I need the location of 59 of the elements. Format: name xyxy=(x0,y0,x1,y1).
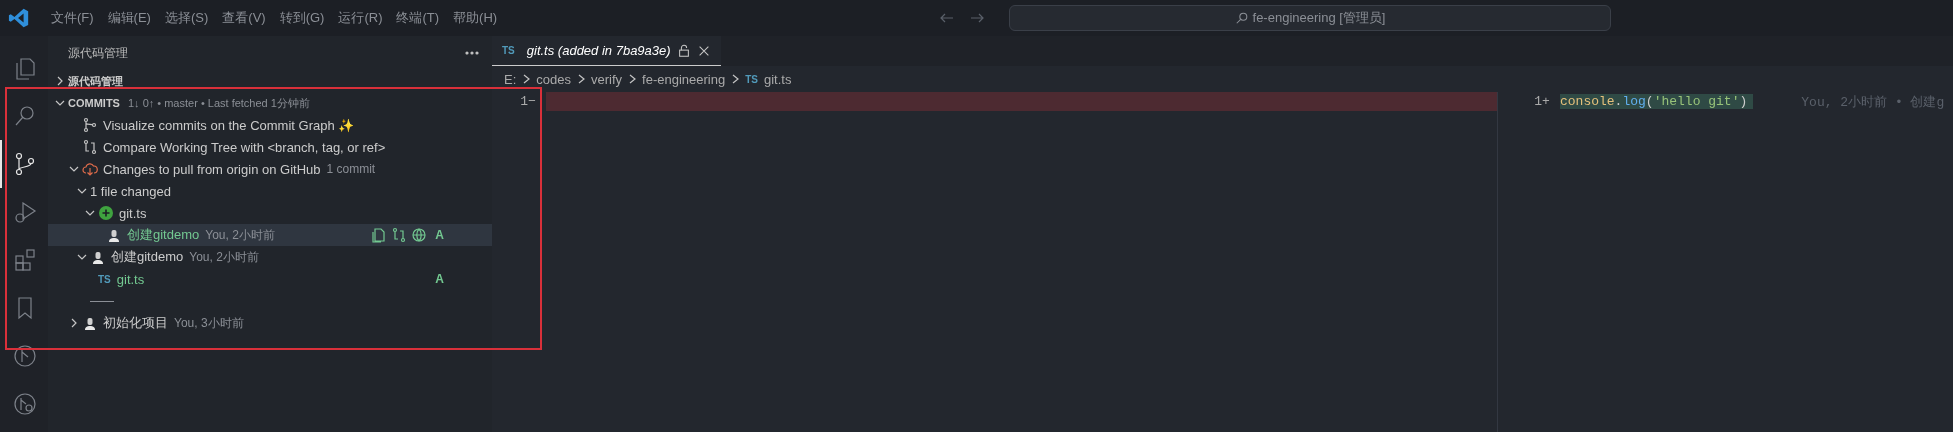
diff-marker: − xyxy=(528,94,537,109)
compare-icon[interactable] xyxy=(391,227,408,243)
line-number: 1 xyxy=(519,94,528,109)
tree-item[interactable]: 初始化项目 You, 3小时前 xyxy=(48,312,492,334)
tree-item[interactable]: Compare Working Tree with <branch, tag, or ref> xyxy=(48,136,492,158)
tree-item[interactable]: 创建gitdemo You, 2小时前 A xyxy=(48,224,492,246)
avatar-icon xyxy=(82,315,98,331)
menu-item[interactable]: 转到(G) xyxy=(272,9,332,27)
breadcrumb-item[interactable]: fe-engineering xyxy=(642,71,726,87)
menu-item[interactable]: 帮助(H) xyxy=(446,9,505,27)
plus-circle-icon xyxy=(98,205,114,221)
menu-item[interactable]: 运行(R) xyxy=(331,9,390,27)
line-number: 1 xyxy=(1533,94,1542,109)
lock-icon xyxy=(676,43,691,58)
avatar-icon xyxy=(106,227,122,243)
blame-annotation: You, 2小时前 • 创建g xyxy=(1801,93,1945,111)
item-description: You, 2小时前 xyxy=(205,226,275,244)
tree-item[interactable]: TS git.ts A xyxy=(48,268,492,290)
branch-circle-icon[interactable] xyxy=(12,343,38,369)
globe-icon[interactable] xyxy=(411,227,428,243)
sidebar-title: 源代码管理 xyxy=(68,44,128,62)
command-search-field[interactable]: fe-engineering [管理员] xyxy=(1009,5,1611,31)
tree-item[interactable]: git.ts xyxy=(48,202,492,224)
editor-tab[interactable]: TS git.ts (added in 7ba9a3e) xyxy=(492,36,721,66)
cloud-download-icon xyxy=(82,161,98,177)
app-logo-icon xyxy=(8,7,30,29)
tree-item[interactable]: Changes to pull from origin on GitHub 1 commit xyxy=(48,158,492,180)
diff-marker: + xyxy=(1542,94,1551,109)
item-description: You, 2小时前 xyxy=(189,248,259,266)
tree-item[interactable]: 创建gitdemo You, 2小时前 xyxy=(48,246,492,268)
item-description: You, 3小时前 xyxy=(174,314,244,332)
breadcrumb-item[interactable]: verify xyxy=(591,71,623,87)
file-status: A xyxy=(435,272,444,286)
section-info: 1↓ 0↑ • master • Last fetched 1分钟前 xyxy=(127,95,310,111)
menu-item[interactable]: 选择(S) xyxy=(157,9,216,27)
typescript-file-icon: TS xyxy=(98,273,111,285)
item-description: 1 commit xyxy=(326,162,376,176)
search-icon xyxy=(1234,11,1249,25)
menu-item[interactable]: 编辑(E) xyxy=(100,9,158,27)
extensions-icon[interactable] xyxy=(12,247,38,273)
menu-item[interactable]: 终端(T) xyxy=(389,9,447,27)
menu-item[interactable]: 文件(F) xyxy=(44,9,101,27)
menu-item[interactable]: 查看(V) xyxy=(215,9,273,27)
avatar-icon xyxy=(90,249,106,265)
graph-icon xyxy=(82,117,98,133)
breadcrumb-item[interactable]: E: xyxy=(504,71,517,87)
section-header[interactable]: COMMITS xyxy=(68,97,120,109)
typescript-file-icon: TS xyxy=(502,45,515,56)
debug-icon[interactable] xyxy=(12,199,38,225)
tree-item[interactable]: 1 file changed xyxy=(48,180,492,202)
tree-item[interactable]: Visualize commits on the Commit Graph ✨ xyxy=(48,114,492,136)
separator-line xyxy=(90,300,114,302)
open-file-icon[interactable] xyxy=(371,227,388,243)
section-header[interactable]: 源代码管理 xyxy=(68,73,123,89)
branch-circle-icon[interactable] xyxy=(12,391,38,417)
breadcrumb-item[interactable]: TS git.ts xyxy=(745,71,792,87)
compare-icon xyxy=(82,139,98,155)
file-status: A xyxy=(435,228,444,242)
breadcrumb-item[interactable]: codes xyxy=(536,71,571,87)
